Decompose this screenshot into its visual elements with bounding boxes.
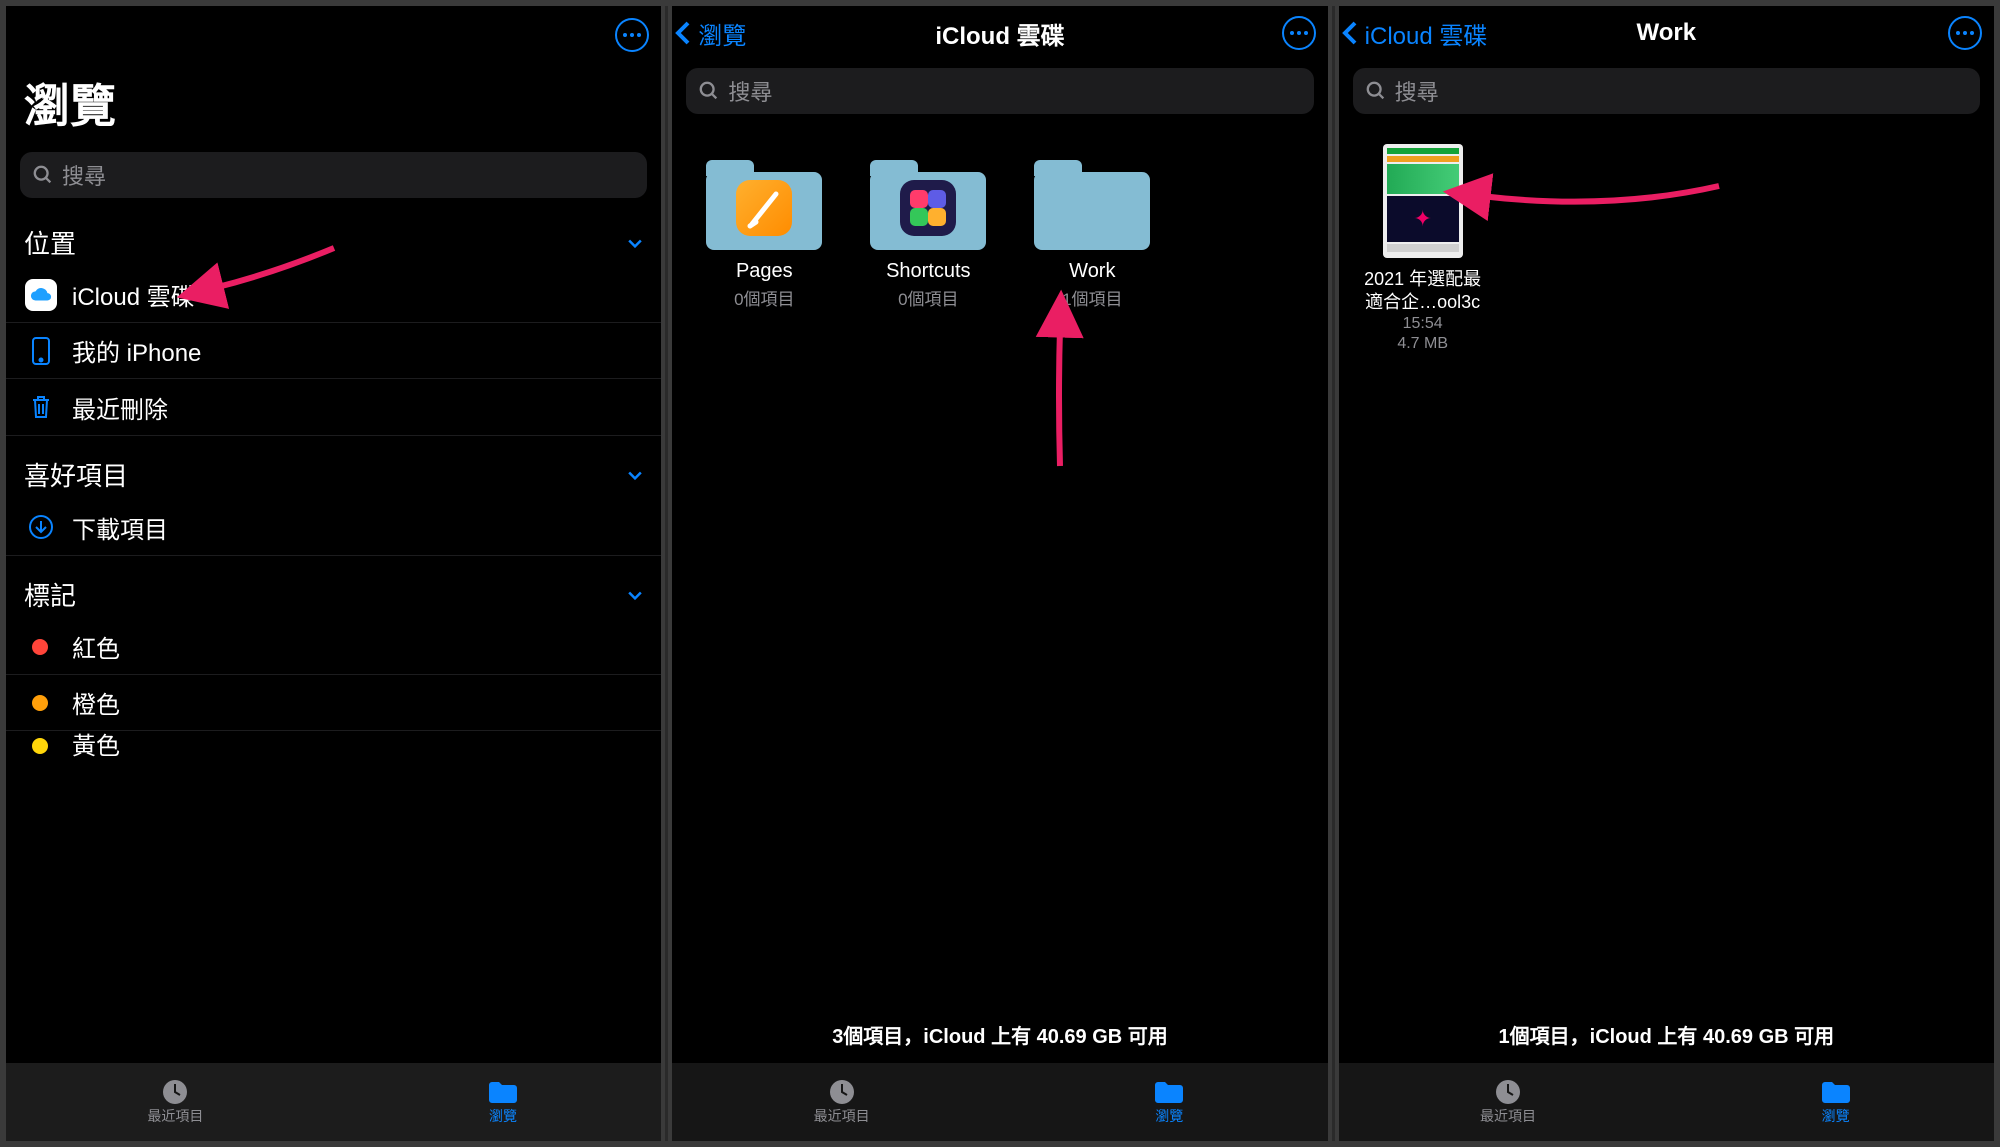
search-input[interactable]: 搜尋 [686, 68, 1313, 114]
file-thumbnail: ✦ [1383, 144, 1463, 258]
icloud-icon [25, 279, 57, 311]
tab-bar: 最近項目 瀏覽 [6, 1063, 661, 1141]
search-input[interactable]: 搜尋 [20, 152, 647, 198]
search-placeholder: 搜尋 [728, 75, 772, 107]
section-tags-header[interactable]: 標記 [6, 556, 661, 619]
search-placeholder: 搜尋 [1395, 75, 1439, 107]
folder-sublabel: 0個項目 [898, 285, 958, 310]
pane-work-folder: iCloud 雲碟 Work 搜尋 ✦ 2021 年選配最適合企…ool3c 1… [1339, 6, 1994, 1141]
folder-item-shortcuts[interactable]: Shortcuts 0個項目 [858, 158, 998, 310]
tab-label: 最近項目 [814, 1106, 870, 1126]
folder-sublabel: 0個項目 [734, 285, 794, 310]
status-footer: 3個項目，iCloud 上有 40.69 GB 可用 [672, 1020, 1327, 1063]
tag-red-icon [32, 639, 48, 655]
tag-item-yellow[interactable]: 黃色 [6, 731, 661, 761]
chevron-left-icon [674, 19, 692, 47]
folder-item-work[interactable]: Work 1個項目 [1022, 158, 1162, 310]
folder-icon [486, 1078, 520, 1106]
status-footer: 1個項目，iCloud 上有 40.69 GB 可用 [1339, 1020, 1994, 1063]
tab-label: 瀏覽 [1155, 1106, 1183, 1126]
tab-recents[interactable]: 最近項目 [814, 1078, 870, 1126]
tab-label: 瀏覽 [489, 1106, 517, 1126]
section-locations-header[interactable]: 位置 [6, 204, 661, 267]
file-name-l2: 適合企…ool3c [1365, 292, 1480, 312]
folder-icon [1819, 1078, 1853, 1106]
favorite-item-label: 下載項目 [72, 510, 168, 545]
download-icon [24, 514, 58, 540]
tab-recents[interactable]: 最近項目 [147, 1078, 203, 1126]
tab-label: 最近項目 [1480, 1106, 1536, 1126]
clock-icon [825, 1078, 859, 1106]
chevron-down-icon [625, 585, 645, 605]
folder-icon [706, 158, 822, 250]
location-item-recentlydeleted[interactable]: 最近刪除 [6, 379, 661, 435]
trash-icon [24, 394, 58, 420]
more-icon [623, 33, 641, 37]
favorite-item-downloads[interactable]: 下載項目 [6, 499, 661, 555]
tab-label: 瀏覽 [1822, 1106, 1850, 1126]
folder-icon [1034, 158, 1150, 250]
tab-browse[interactable]: 瀏覽 [1819, 1078, 1853, 1126]
back-button[interactable]: 瀏覽 [674, 6, 746, 60]
location-item-myiphone[interactable]: 我的 iPhone [6, 323, 661, 379]
back-label: 瀏覽 [698, 16, 746, 51]
pane-browse: 瀏覽 搜尋 位置 iCloud 雲碟 我的 iPhone [6, 6, 661, 1141]
clock-icon [1491, 1078, 1525, 1106]
section-favorites-title: 喜好項目 [24, 456, 128, 493]
file-time: 15:54 [1403, 315, 1443, 333]
tab-browse[interactable]: 瀏覽 [1152, 1078, 1186, 1126]
tab-label: 最近項目 [147, 1106, 203, 1126]
search-input[interactable]: 搜尋 [1353, 68, 1980, 114]
chevron-down-icon [625, 233, 645, 253]
tab-browse[interactable]: 瀏覽 [486, 1078, 520, 1126]
tag-item-orange[interactable]: 橙色 [6, 675, 661, 731]
chevron-down-icon [625, 465, 645, 485]
folder-item-pages[interactable]: Pages 0個項目 [694, 158, 834, 310]
folder-label: Pages [736, 260, 793, 283]
more-button[interactable] [1948, 16, 1982, 50]
section-tags-title: 標記 [24, 576, 76, 613]
file-size: 4.7 MB [1397, 335, 1448, 353]
phone-icon [24, 336, 58, 366]
more-button[interactable] [1282, 16, 1316, 50]
tab-bar: 最近項目 瀏覽 [672, 1063, 1327, 1141]
file-name-l1: 2021 年選配最 [1364, 269, 1481, 289]
folder-label: Shortcuts [886, 260, 970, 283]
tab-recents[interactable]: 最近項目 [1480, 1078, 1536, 1126]
file-item[interactable]: ✦ 2021 年選配最適合企…ool3c 15:54 4.7 MB [1363, 144, 1483, 353]
tag-item-label: 橙色 [72, 685, 120, 720]
annotation-arrow-icon [1469, 156, 1729, 241]
location-item-icloud[interactable]: iCloud 雲碟 [6, 267, 661, 323]
clock-icon [158, 1078, 192, 1106]
back-label: iCloud 雲碟 [1365, 16, 1488, 51]
back-button[interactable]: iCloud 雲碟 [1341, 6, 1488, 60]
folder-label: Work [1069, 260, 1115, 283]
search-icon [698, 80, 720, 102]
folder-icon [1152, 1078, 1186, 1106]
tag-yellow-icon [32, 738, 48, 754]
folder-icon [870, 158, 986, 250]
folder-sublabel: 1個項目 [1062, 285, 1122, 310]
search-icon [1365, 80, 1387, 102]
search-placeholder: 搜尋 [62, 159, 106, 191]
location-item-label: 我的 iPhone [72, 333, 201, 368]
tab-bar: 最近項目 瀏覽 [1339, 1063, 1994, 1141]
tag-orange-icon [32, 695, 48, 711]
more-icon [1956, 31, 1974, 35]
page-title: 瀏覽 [6, 54, 661, 144]
location-item-label: 最近刪除 [72, 390, 168, 425]
section-locations-title: 位置 [24, 224, 76, 261]
page-title: Work [1637, 19, 1697, 47]
search-icon [32, 164, 54, 186]
more-button[interactable] [615, 18, 649, 52]
more-icon [1290, 31, 1308, 35]
tag-item-red[interactable]: 紅色 [6, 619, 661, 675]
section-favorites-header[interactable]: 喜好項目 [6, 436, 661, 499]
tag-item-label: 紅色 [72, 629, 120, 664]
pane-icloud-drive: 瀏覽 iCloud 雲碟 搜尋 Pages 0個項目 [672, 6, 1327, 1141]
tag-item-label: 黃色 [72, 726, 120, 761]
page-title: iCloud 雲碟 [935, 16, 1064, 51]
location-item-label: iCloud 雲碟 [72, 277, 195, 312]
chevron-left-icon [1341, 19, 1359, 47]
